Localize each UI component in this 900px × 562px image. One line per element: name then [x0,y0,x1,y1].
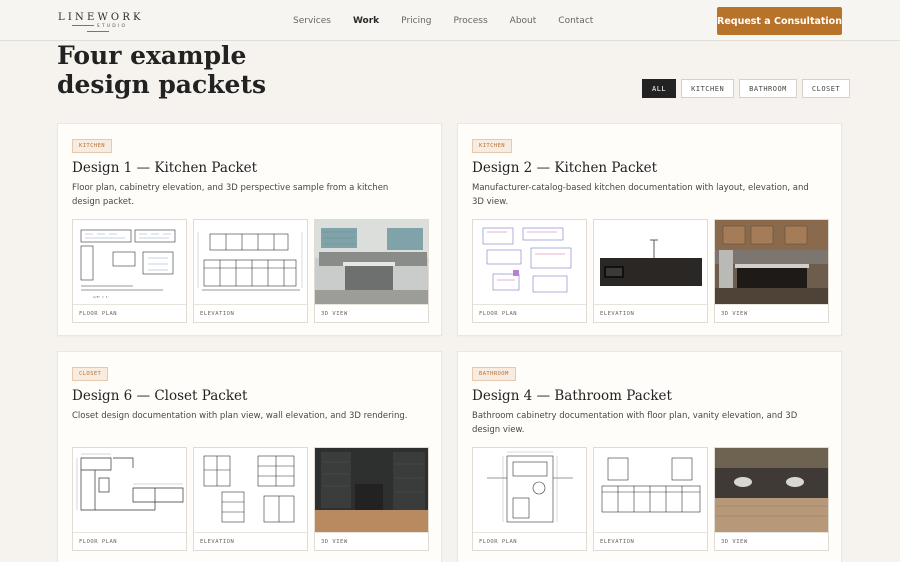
card-description: Floor plan, cabinetry elevation, and 3D … [72,183,389,207]
thumbnail-row: FLOOR PLAN ELEVATION 3D VIEW [72,447,435,551]
elevation-drawing [194,448,307,532]
request-consultation-button[interactable]: Request a Consultation [717,7,842,35]
category-filters: ALL KITCHEN BATHROOM CLOSET [642,79,855,98]
thumbnail-row: FLOOR PLAN ELEVATION 3D VIEW [472,447,835,551]
card-description: Bathroom cabinetry documentation with fl… [472,411,798,435]
thumbnail-label: FLOOR PLAN [473,532,586,550]
thumbnail-row: FLOOR PLAN ELEVATION 3D VIEW [472,219,835,323]
3d-rendering [715,448,828,532]
design-card[interactable]: BATHROOM Design 4 — Bathroom Packet Bath… [457,351,842,562]
3d-view-thumbnail[interactable]: 3D VIEW [714,447,829,551]
elevation-thumbnail[interactable]: ELEVATION [593,219,708,323]
floor-plan-drawing [473,220,586,304]
3d-rendering [715,220,828,304]
nav-pricing[interactable]: Pricing [401,15,431,27]
elevation-thumbnail[interactable]: ELEVATION [193,219,308,323]
category-tag: BATHROOM [472,367,516,381]
card-title: Design 6 — Closet Packet [72,388,248,404]
thumbnail-label: 3D VIEW [315,304,428,322]
elevation-drawing [194,220,307,304]
3d-view-thumbnail[interactable]: 3D VIEW [714,219,829,323]
main-nav: Services Work Pricing Process About Cont… [293,15,615,27]
3d-view-thumbnail[interactable]: 3D VIEW [314,219,429,323]
logo-subtitle: STUDIO [58,24,138,36]
filter-all[interactable]: ALL [642,79,677,98]
category-tag: CLOSET [72,367,109,381]
design-card[interactable]: CLOSET Design 6 — Closet Packet Closet d… [57,351,442,562]
elevation-drawing [594,220,707,304]
card-title: Design 1 — Kitchen Packet [72,160,258,176]
thumbnail-label: 3D VIEW [315,532,428,550]
thumbnail-label: ELEVATION [194,304,307,322]
floor-plan-drawing: 1/8" = 1' [73,220,186,304]
elevation-thumbnail[interactable]: ELEVATION [193,447,308,551]
elevation-drawing [594,448,707,532]
floor-plan-thumbnail[interactable]: FLOOR PLAN [472,219,587,323]
card-title: Design 2 — Kitchen Packet [472,160,658,176]
category-tag: KITCHEN [472,139,512,153]
thumbnail-label: ELEVATION [194,532,307,550]
thumbnail-label: ELEVATION [594,532,707,550]
floor-plan-drawing [73,448,186,532]
nav-contact[interactable]: Contact [558,15,593,27]
nav-services[interactable]: Services [293,15,331,27]
page-title: Four example design packets [57,41,267,99]
thumbnail-label: FLOOR PLAN [73,304,186,322]
floor-plan-thumbnail[interactable]: FLOOR PLAN [472,447,587,551]
elevation-thumbnail[interactable]: ELEVATION [593,447,708,551]
3d-view-thumbnail[interactable]: 3D VIEW [314,447,429,551]
3d-rendering [315,220,428,304]
nav-about[interactable]: About [510,15,537,27]
nav-process[interactable]: Process [454,15,488,27]
site-header: LINEWORK STUDIO Services Work Pricing Pr… [0,0,900,41]
thumbnail-label: ELEVATION [594,304,707,322]
thumbnail-label: FLOOR PLAN [73,532,186,550]
floor-plan-thumbnail[interactable]: FLOOR PLAN [72,447,187,551]
floor-plan-thumbnail[interactable]: 1/8" = 1' FLOOR PLAN [72,219,187,323]
category-tag: KITCHEN [72,139,112,153]
3d-rendering [315,448,428,532]
thumbnail-row: 1/8" = 1' FLOOR PLAN ELEVATION 3D VIEW [72,219,435,323]
thumbnail-label: 3D VIEW [715,304,828,322]
logo-wordmark: LINEWORK [58,12,144,23]
card-description: Manufacturer-catalog-based kitchen docum… [472,183,809,207]
design-card[interactable]: KITCHEN Design 1 — Kitchen Packet Floor … [57,123,442,336]
thumbnail-label: FLOOR PLAN [473,304,586,322]
svg-text:1/8" = 1': 1/8" = 1' [93,295,109,299]
thumbnail-label: 3D VIEW [715,532,828,550]
card-title: Design 4 — Bathroom Packet [472,388,672,404]
filter-kitchen[interactable]: KITCHEN [681,79,735,98]
card-description: Closet design documentation with plan vi… [72,411,408,421]
floor-plan-drawing [473,448,586,532]
design-card[interactable]: KITCHEN Design 2 — Kitchen Packet Manufa… [457,123,842,336]
logo[interactable]: LINEWORK STUDIO [58,12,144,36]
filter-bathroom[interactable]: BATHROOM [739,79,797,98]
filter-closet[interactable]: CLOSET [801,79,851,98]
nav-work[interactable]: Work [353,15,379,27]
